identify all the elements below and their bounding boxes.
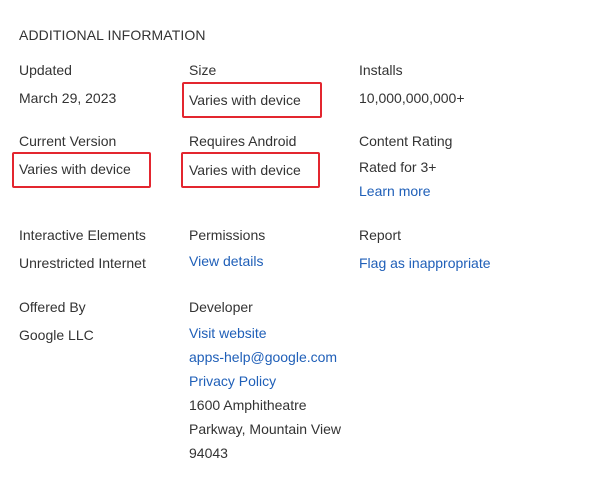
- installs-label: Installs: [359, 62, 403, 78]
- interactive-elements-label: Interactive Elements: [19, 227, 146, 243]
- flag-inappropriate-link[interactable]: Flag as inappropriate: [359, 254, 491, 272]
- interactive-elements-value: Unrestricted Internet: [19, 255, 146, 271]
- requires-android-value: Varies with device: [189, 162, 301, 178]
- developer-address-line3: 94043: [189, 445, 228, 461]
- developer-address-line2: Parkway, Mountain View: [189, 421, 341, 437]
- developer-address-line1: 1600 Amphitheatre: [189, 397, 307, 413]
- section-title: ADDITIONAL INFORMATION: [19, 27, 206, 43]
- installs-value: 10,000,000,000+: [359, 90, 465, 106]
- content-rating-value: Rated for 3+: [359, 159, 437, 175]
- current-version-label: Current Version: [19, 133, 117, 149]
- view-details-link[interactable]: View details: [189, 252, 263, 270]
- size-value: Varies with device: [189, 92, 301, 108]
- requires-android-label: Requires Android: [189, 133, 297, 149]
- additional-information-panel: ADDITIONAL INFORMATION Updated March 29,…: [0, 0, 612, 488]
- offered-by-value: Google LLC: [19, 327, 94, 343]
- developer-email-link[interactable]: apps-help@google.com: [189, 348, 337, 366]
- privacy-policy-link[interactable]: Privacy Policy: [189, 372, 276, 390]
- learn-more-link[interactable]: Learn more: [359, 182, 431, 200]
- developer-label: Developer: [189, 299, 253, 315]
- report-label: Report: [359, 227, 402, 243]
- content-rating-label: Content Rating: [359, 133, 453, 149]
- visit-website-link[interactable]: Visit website: [189, 324, 267, 342]
- updated-value: March 29, 2023: [19, 90, 117, 106]
- offered-by-label: Offered By: [19, 299, 86, 315]
- updated-label: Updated: [19, 62, 72, 78]
- current-version-value: Varies with device: [19, 161, 131, 177]
- size-label: Size: [189, 62, 217, 78]
- permissions-label: Permissions: [189, 227, 266, 243]
